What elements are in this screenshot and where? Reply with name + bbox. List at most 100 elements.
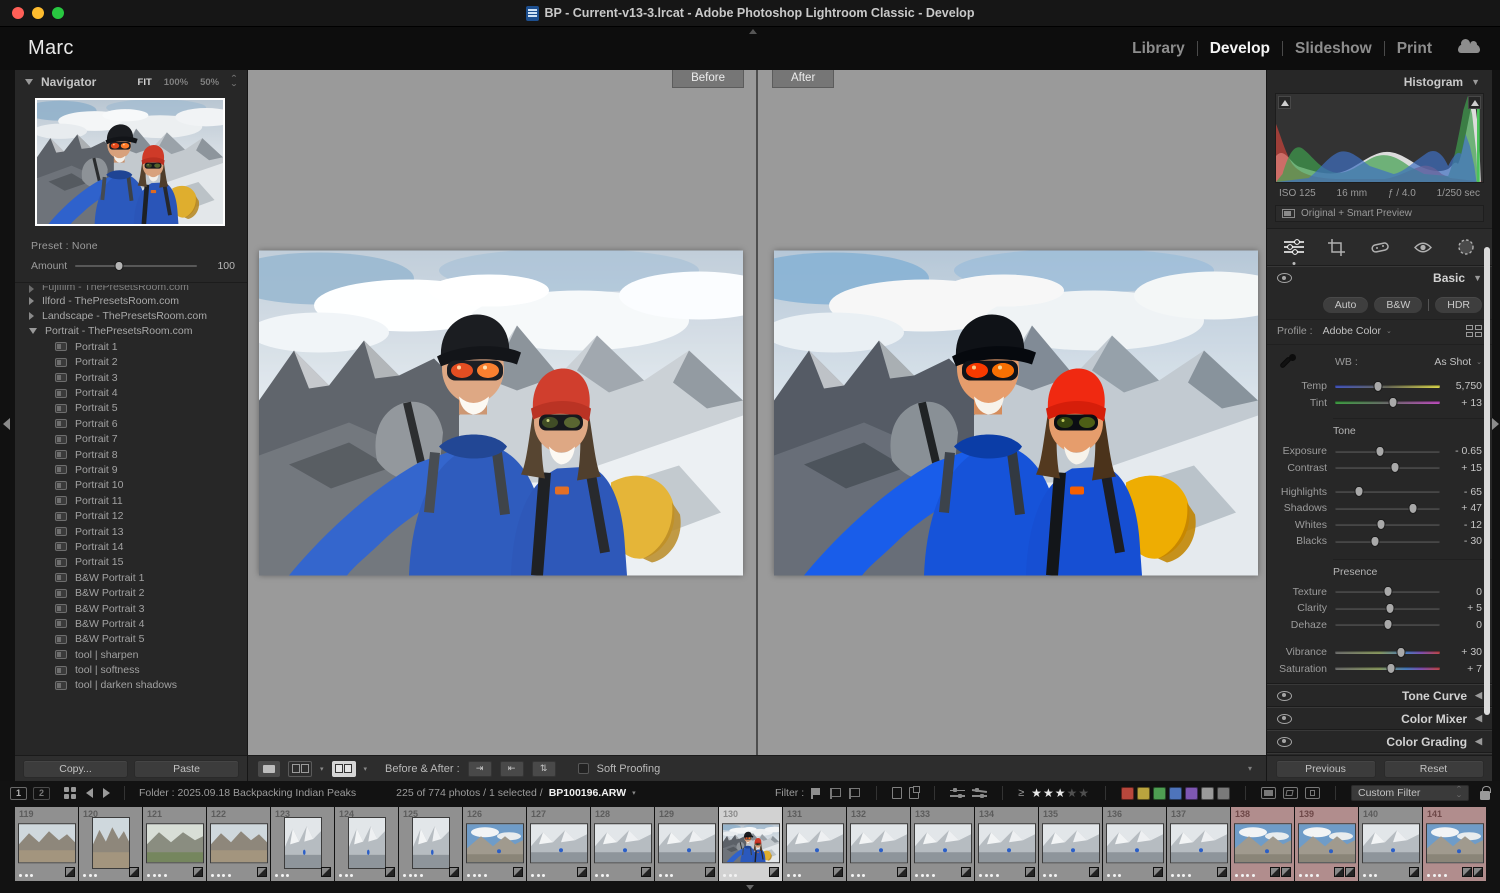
virtual-copy-filter-icon[interactable] <box>909 787 919 799</box>
filmstrip-thumbnail-139[interactable]: 139 <box>1295 807 1358 881</box>
folder-breadcrumb[interactable]: Folder : 2025.09.18 Backpacking Indian P… <box>139 787 356 799</box>
adjustments-badge-icon[interactable] <box>705 867 715 877</box>
preset-group[interactable]: Fujifilm - ThePresetsRoom.com <box>15 285 247 293</box>
unedited-filter-icon[interactable] <box>972 788 987 799</box>
filmstrip-thumbnail-122[interactable]: 122 <box>207 807 270 881</box>
adjustments-badge-icon[interactable] <box>321 867 331 877</box>
disclosure-triangle-icon[interactable] <box>29 285 34 293</box>
preset-item[interactable]: Portrait 2 <box>15 355 247 370</box>
filmstrip-thumbnail-119[interactable]: 119 <box>15 807 78 881</box>
thumbnail-photo[interactable] <box>787 824 843 862</box>
adjustments-badge-icon[interactable] <box>1281 867 1291 877</box>
slider-value[interactable]: 0 <box>1440 619 1482 631</box>
thumbnail-photo[interactable] <box>659 824 715 862</box>
histogram-header[interactable]: Histogram ▼ <box>1267 70 1492 93</box>
adjustments-badge-icon[interactable] <box>257 867 267 877</box>
slider-thumb[interactable] <box>1377 519 1386 530</box>
star-filter-icon[interactable]: ★ <box>1055 786 1067 800</box>
before-pane[interactable]: Before <box>248 70 756 755</box>
slider-value[interactable]: + 15 <box>1440 462 1482 474</box>
preset-item[interactable]: Portrait 12 <box>15 508 247 523</box>
disclosure-triangle-icon[interactable] <box>29 297 34 305</box>
panel-header-tone-curve[interactable]: Tone Curve◀ <box>1267 684 1492 707</box>
preset-item[interactable]: tool | softness <box>15 662 247 677</box>
bw-button[interactable]: B&W <box>1374 297 1422 313</box>
adjustments-badge-icon[interactable] <box>1089 867 1099 877</box>
star-filter-icon[interactable]: ★ <box>1066 786 1078 800</box>
thumbnail-photo[interactable] <box>1171 824 1227 862</box>
soft-proofing-checkbox[interactable] <box>578 763 589 774</box>
thumbnail-photo[interactable] <box>1427 824 1483 862</box>
adjustments-badge-icon[interactable] <box>513 867 523 877</box>
slider-thumb[interactable] <box>1385 603 1394 614</box>
adjustments-badge-icon[interactable] <box>961 867 971 877</box>
slider-value[interactable]: - 12 <box>1440 519 1482 531</box>
rating-operator[interactable]: ≥ <box>1018 787 1024 799</box>
star-rating-filter[interactable]: ★★★★★ <box>1031 786 1090 800</box>
right-panel-scrollbar[interactable] <box>1484 247 1490 715</box>
adjustments-badge-icon[interactable] <box>1270 867 1280 877</box>
amount-slider[interactable] <box>75 265 197 268</box>
zoom-50-option[interactable]: 50% <box>200 77 219 88</box>
filmstrip-thumbnail-134[interactable]: 134 <box>975 807 1038 881</box>
zoom-fit-option[interactable]: FIT <box>138 77 152 88</box>
preset-item[interactable]: Portrait 9 <box>15 462 247 477</box>
thumbnail-photo[interactable] <box>1299 824 1355 862</box>
reset-button[interactable]: Reset <box>1384 760 1484 778</box>
thumbnail-photo[interactable] <box>467 824 523 862</box>
filmstrip-thumbnail-140[interactable]: 140 <box>1359 807 1422 881</box>
filmstrip-thumbnail-125[interactable]: 125 <box>399 807 462 881</box>
shadow-clipping-indicator[interactable] <box>1278 96 1291 109</box>
adjustments-badge-icon[interactable] <box>193 867 203 877</box>
filmstrip-thumbnail-129[interactable]: 129 <box>655 807 718 881</box>
secondary-screen-button[interactable]: 2 <box>33 787 50 800</box>
red-eye-tool-icon[interactable] <box>1412 236 1434 258</box>
slider-track[interactable] <box>1335 590 1440 593</box>
profile-row[interactable]: Profile : Adobe Color ⌄ <box>1267 319 1492 345</box>
wb-value[interactable]: As Shot <box>1434 356 1471 368</box>
slider-track[interactable] <box>1335 623 1440 626</box>
preset-item[interactable]: Portrait 4 <box>15 385 247 400</box>
preset-item[interactable]: Portrait 1 <box>15 339 247 354</box>
preset-group[interactable]: Ilford - ThePresetsRoom.com <box>15 293 247 308</box>
auto-button[interactable]: Auto <box>1323 297 1369 313</box>
crop-tool-icon[interactable] <box>1326 236 1348 258</box>
filmstrip-thumbnail-128[interactable]: 128 <box>591 807 654 881</box>
filmstrip-thumbnail-136[interactable]: 136 <box>1103 807 1166 881</box>
preset-group[interactable]: Landscape - ThePresetsRoom.com <box>15 308 247 323</box>
slider-thumb[interactable] <box>1370 536 1379 547</box>
adjustments-badge-icon[interactable] <box>769 867 779 877</box>
master-photo-filter-icon[interactable] <box>892 787 902 799</box>
slider-value[interactable]: + 30 <box>1440 646 1482 658</box>
star-filter-icon[interactable]: ★ <box>1078 786 1090 800</box>
panel-eye-icon[interactable] <box>1277 691 1292 701</box>
disclosure-triangle-icon[interactable] <box>29 328 37 334</box>
slider-thumb[interactable] <box>1408 503 1417 514</box>
slider-track[interactable] <box>1335 667 1440 670</box>
previous-button[interactable]: Previous <box>1276 760 1376 778</box>
slider-track[interactable] <box>1335 401 1440 404</box>
slider-value[interactable]: + 13 <box>1440 397 1482 409</box>
color-label-chip[interactable] <box>1201 787 1214 800</box>
slider-thumb[interactable] <box>1374 381 1383 392</box>
after-pane[interactable]: After <box>758 70 1266 755</box>
thumbnail-photo[interactable] <box>595 824 651 862</box>
edit-sliders-tool-icon[interactable] <box>1283 236 1305 258</box>
panel-eye-icon[interactable] <box>1277 714 1292 724</box>
panel-header-color-grading[interactable]: Color Grading◀ <box>1267 730 1492 753</box>
slider-value[interactable]: + 5 <box>1440 602 1482 614</box>
cloud-sync-icon[interactable] <box>1458 44 1480 53</box>
panel-eye-icon[interactable] <box>1277 737 1292 747</box>
preset-item[interactable]: Portrait 10 <box>15 478 247 493</box>
top-panel-collapse-arrow[interactable] <box>749 29 757 34</box>
thumbnail-photo[interactable] <box>531 824 587 862</box>
color-label-chip[interactable] <box>1185 787 1198 800</box>
profile-dropdown-icon[interactable]: ⌄ <box>1386 327 1392 335</box>
adjustments-badge-icon[interactable] <box>1025 867 1035 877</box>
primary-screen-button[interactable]: 1 <box>10 787 27 800</box>
thumbnail-photo[interactable] <box>19 824 75 862</box>
filmstrip-thumbnail-123[interactable]: 123 <box>271 807 334 881</box>
star-filter-icon[interactable]: ★ <box>1043 786 1055 800</box>
panel-collapse-icon[interactable]: ◀ <box>1475 690 1482 701</box>
preset-item[interactable]: Portrait 6 <box>15 416 247 431</box>
